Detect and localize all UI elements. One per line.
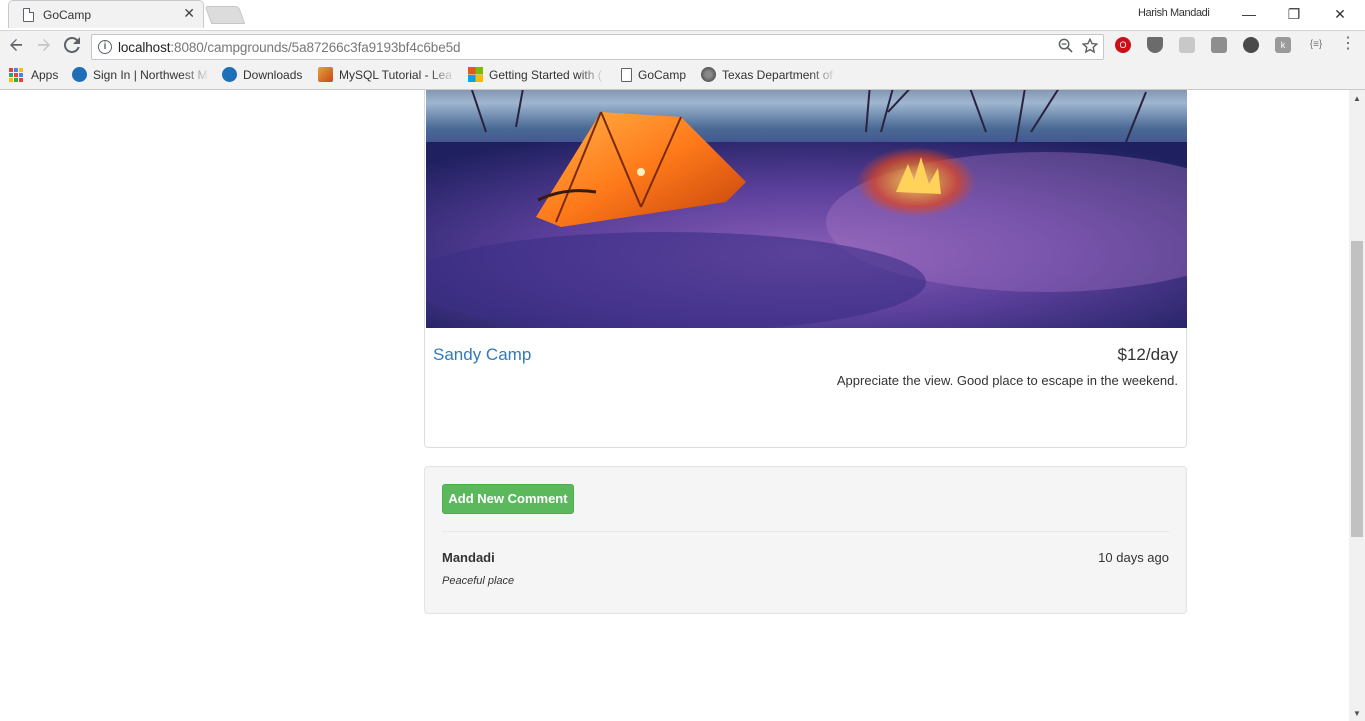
comment-date: 10 days ago (1098, 550, 1169, 565)
profile-name[interactable]: Harish Mandadi (1138, 7, 1210, 19)
bookmarks-bar: Apps Sign In | Northwest M Downloads MyS… (0, 62, 1365, 90)
comments-well: Add New Comment Mandadi 10 days ago Peac… (424, 466, 1187, 614)
pdf-extension-icon[interactable] (1179, 37, 1195, 53)
page-icon (621, 67, 632, 82)
forward-arrow-icon[interactable] (33, 36, 55, 58)
scroll-up-arrow-icon[interactable]: ▲ (1353, 94, 1361, 103)
scrollbar-thumb[interactable] (1351, 241, 1363, 537)
zoom-icon[interactable] (1058, 38, 1073, 57)
seal-icon (701, 67, 716, 83)
oth-icon (72, 67, 87, 83)
campground-card: Sandy Camp $12/day Appreciate the view. … (424, 90, 1187, 448)
new-tab-button[interactable] (204, 6, 246, 24)
opera-extension-icon[interactable]: O (1115, 37, 1131, 53)
comment-text: Peaceful place (442, 575, 515, 587)
bookmark-star-icon[interactable] (1081, 37, 1099, 58)
add-comment-button[interactable]: Add New Comment (442, 484, 574, 514)
bookmark-apps[interactable]: Apps (9, 67, 58, 85)
campground-name-link[interactable]: Sandy Camp (433, 345, 531, 365)
campground-price: $12/day (1117, 345, 1179, 364)
address-bar[interactable]: i localhost:8080/campgrounds/5a87266c3fa… (91, 34, 1104, 60)
comment-author: Mandadi (442, 550, 495, 565)
page-scrollbar[interactable]: ▲ ▼ (1349, 90, 1365, 721)
chrome-extension-icon[interactable] (1243, 37, 1259, 53)
page-icon (23, 8, 34, 22)
campground-description: Appreciate the view. Good place to escap… (836, 373, 1178, 388)
tab-title: GoCamp (43, 8, 92, 22)
bookmark-mysql[interactable]: MySQL Tutorial - Lea (318, 67, 456, 85)
bookmark-texas[interactable]: Texas Department of (701, 67, 837, 85)
shield-extension-icon[interactable] (1147, 37, 1163, 53)
comments-divider (442, 531, 1169, 532)
translate-extension-icon[interactable]: k (1275, 37, 1291, 53)
bookmark-getting-started[interactable]: Getting Started with ( (468, 67, 606, 85)
browser-titlebar: GoCamp ✕ Harish Mandadi — ❐ ✕ (0, 0, 1365, 30)
info-icon[interactable]: i (98, 40, 112, 54)
json-extension-icon[interactable]: {≡} (1306, 37, 1326, 53)
browser-tab[interactable]: GoCamp ✕ (8, 0, 204, 28)
bookmark-northwest[interactable]: Sign In | Northwest M (72, 67, 210, 85)
minimize-button[interactable]: — (1236, 3, 1262, 25)
close-window-button[interactable]: ✕ (1327, 3, 1353, 25)
menu-kebab-icon[interactable]: ⋮ (1340, 36, 1356, 53)
oth-icon (222, 67, 237, 83)
page-viewport: Sandy Camp $12/day Appreciate the view. … (0, 90, 1349, 721)
notes-extension-icon[interactable] (1211, 37, 1227, 53)
url-text[interactable]: localhost:8080/campgrounds/5a87266c3fa91… (118, 40, 461, 55)
back-arrow-icon[interactable] (5, 36, 27, 58)
bookmark-gocamp[interactable]: GoCamp (619, 67, 686, 85)
apps-grid-icon (9, 67, 23, 82)
reload-icon[interactable] (61, 36, 83, 58)
mysql-icon (318, 67, 333, 83)
campground-image (426, 90, 1187, 328)
close-tab-icon[interactable]: ✕ (183, 5, 195, 22)
restore-button[interactable]: ❐ (1281, 3, 1307, 25)
microsoft-icon (468, 67, 483, 83)
bookmark-downloads[interactable]: Downloads (222, 67, 302, 85)
scroll-down-arrow-icon[interactable]: ▼ (1353, 709, 1361, 718)
